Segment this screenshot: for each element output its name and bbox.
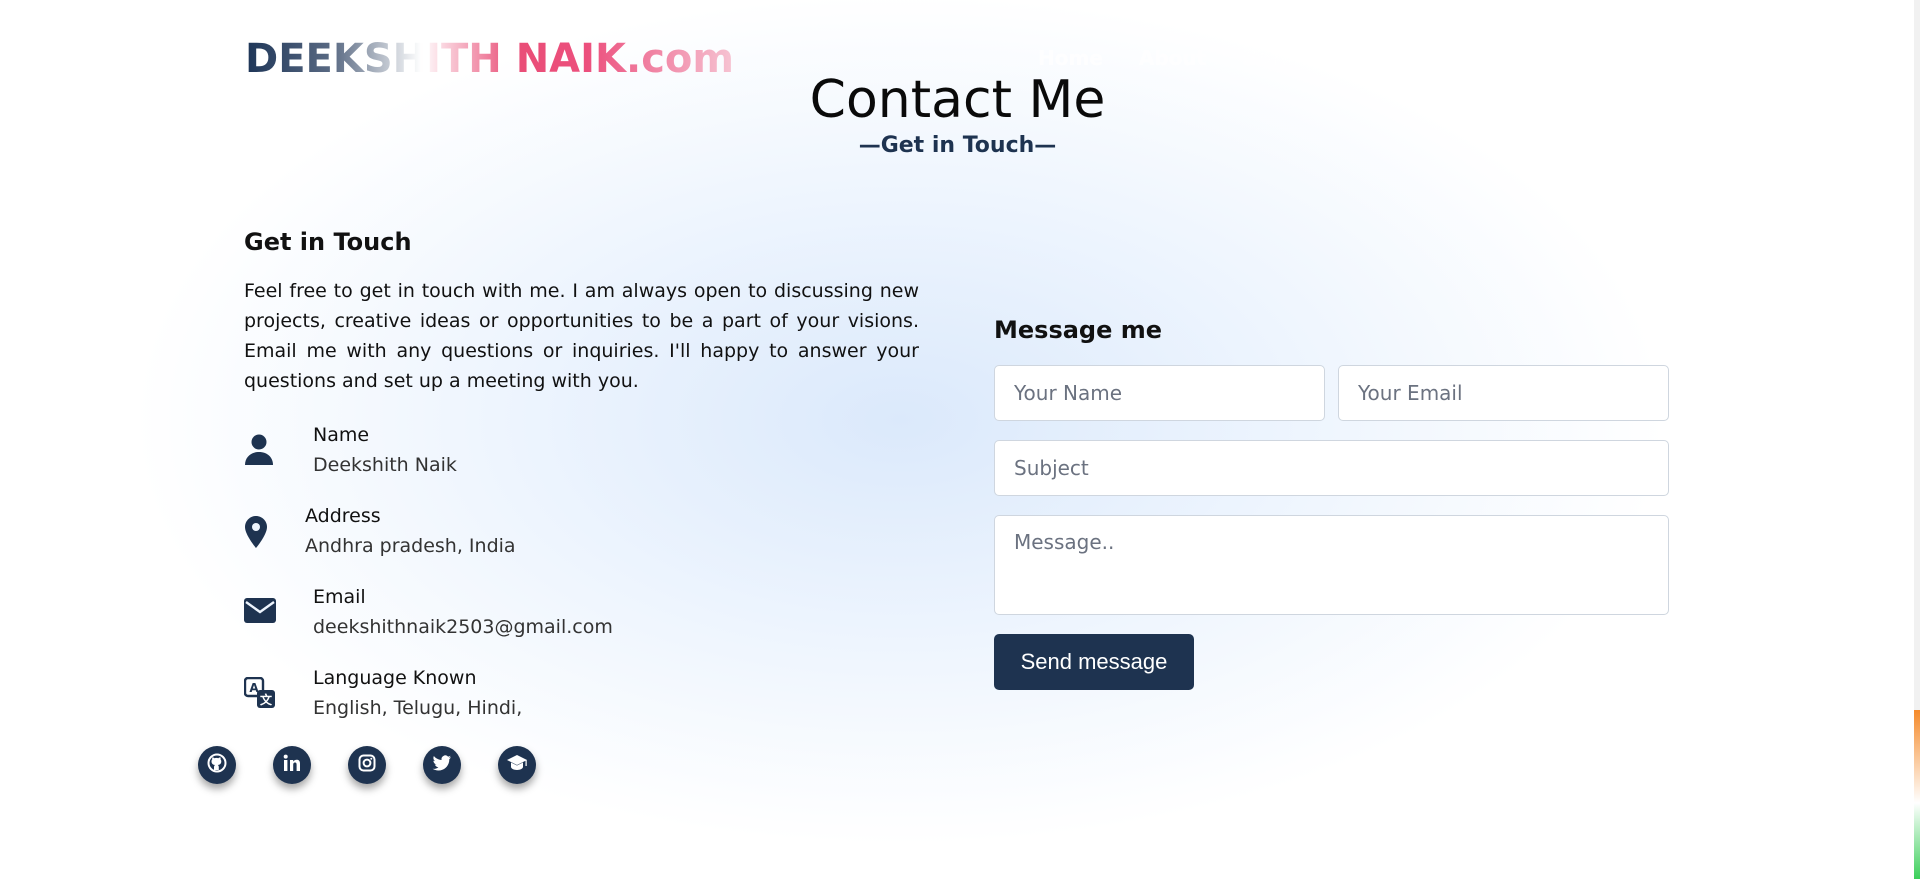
message-form: Message me <box>994 316 1669 344</box>
instagram-icon <box>358 754 376 776</box>
twitter-icon <box>432 754 452 776</box>
social-links <box>198 746 536 784</box>
svg-text:文: 文 <box>260 692 273 707</box>
contact-info-heading: Get in Touch <box>244 228 412 256</box>
nav-projects[interactable]: Projects <box>1469 46 1561 70</box>
info-language-label: Language Known <box>313 667 477 689</box>
twitter-link[interactable] <box>423 746 461 784</box>
map-pin-icon <box>244 515 278 549</box>
user-icon <box>244 432 278 466</box>
email-input[interactable]: Your Email <box>1338 365 1669 421</box>
nav-services[interactable]: Services <box>1242 46 1337 70</box>
scholar-link[interactable] <box>498 746 536 784</box>
info-email-label: Email <box>313 586 366 608</box>
linkedin-link[interactable] <box>273 746 311 784</box>
envelope-icon <box>244 598 278 632</box>
message-form-heading: Message me <box>994 316 1163 344</box>
info-address-label: Address <box>305 505 381 527</box>
linkedin-icon <box>283 754 301 776</box>
github-link[interactable] <box>198 746 236 784</box>
nav-skills[interactable]: Skills <box>1373 46 1433 70</box>
page-subtitle: —Get in Touch— <box>858 133 1057 158</box>
info-language-value: English, Telugu, Hindi, <box>313 697 523 719</box>
info-email-value[interactable]: deekshithnaik2503@gmail.com <box>313 616 613 638</box>
scrollbar-thumb[interactable] <box>1914 710 1920 879</box>
language-icon: A 文 <box>243 676 278 711</box>
github-icon <box>207 753 227 777</box>
main-nav: Home About Services Skills Projects Cont… <box>1038 46 1685 70</box>
info-name-value: Deekshith Naik <box>313 454 457 476</box>
page-title: Contact Me <box>809 70 1106 130</box>
graduation-cap-icon <box>506 754 528 776</box>
info-address-value: Andhra pradesh, India <box>305 535 516 557</box>
nav-contact[interactable]: Contact <box>1598 46 1685 70</box>
contact-info-section: Get in Touch Feel free to get in touch w… <box>244 228 919 396</box>
nav-home[interactable]: Home <box>1038 46 1103 70</box>
send-message-button[interactable]: Send message <box>994 634 1194 690</box>
info-name-label: Name <box>313 424 370 446</box>
subject-input[interactable]: Subject <box>994 440 1669 496</box>
message-textarea[interactable]: Message.. <box>994 515 1669 615</box>
name-input[interactable]: Your Name <box>994 365 1325 421</box>
nav-about[interactable]: About <box>1139 46 1206 70</box>
instagram-link[interactable] <box>348 746 386 784</box>
contact-info-description: Feel free to get in touch with me. I am … <box>244 280 919 392</box>
